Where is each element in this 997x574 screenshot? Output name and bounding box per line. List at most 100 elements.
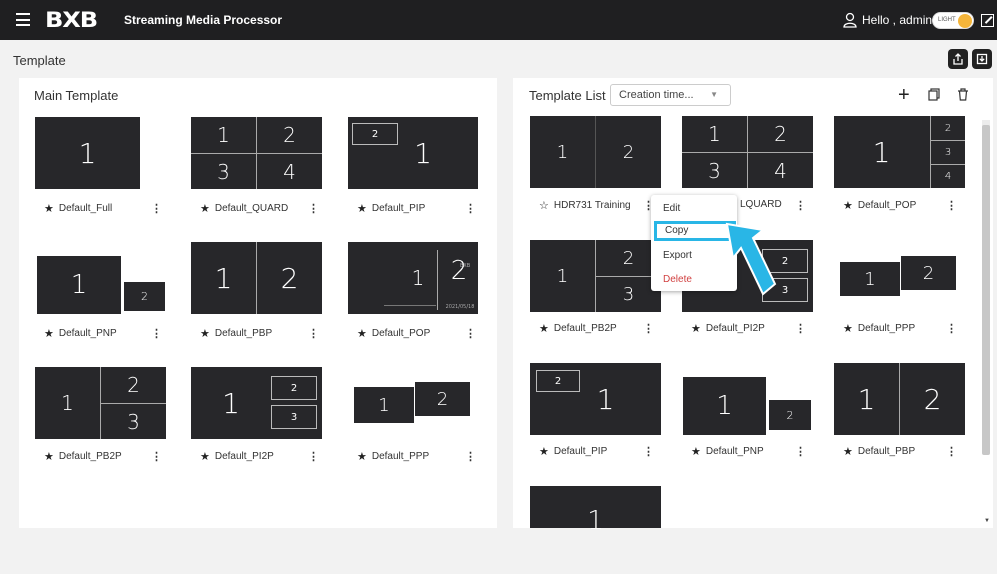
thumb-pb2p[interactable]: 1 2 3 <box>35 367 166 439</box>
kebab-icon[interactable]: ⋮ <box>795 199 806 212</box>
star-icon[interactable]: ★ <box>200 450 210 463</box>
kebab-icon[interactable]: ⋮ <box>308 450 319 463</box>
kebab-icon[interactable]: ⋮ <box>308 202 319 215</box>
menu-item-delete[interactable]: Delete <box>663 274 692 285</box>
copy-icon[interactable] <box>928 88 940 101</box>
kebab-icon[interactable]: ⋮ <box>643 199 654 212</box>
brand-logo: BXB <box>45 8 98 32</box>
star-icon[interactable]: ★ <box>44 450 54 463</box>
kebab-icon[interactable]: ⋮ <box>465 450 476 463</box>
thumb-pop[interactable]: 1 2 BXB 2021/05/18 <box>348 242 478 314</box>
kebab-icon[interactable]: ⋮ <box>946 322 957 335</box>
theme-toggle[interactable]: LIGHT <box>932 12 974 29</box>
list-thumb-ppp[interactable]: 1 2 <box>834 240 965 312</box>
kebab-icon[interactable]: ⋮ <box>643 445 654 458</box>
star-icon[interactable]: ★ <box>357 202 367 215</box>
thumb-quard[interactable]: 1 2 3 4 <box>191 117 322 189</box>
thumb-pi2p[interactable]: 1 2 3 <box>191 367 322 439</box>
page-title: Template <box>13 53 66 68</box>
thumb-pbp[interactable]: 1 2 <box>191 242 322 314</box>
card-name: Default_PNP <box>58 328 117 339</box>
import-button[interactable] <box>972 49 992 69</box>
kebab-icon[interactable]: ⋮ <box>795 322 806 335</box>
sort-select[interactable]: Creation time... ▼ <box>610 84 731 106</box>
thumb-ppp[interactable]: 1 2 <box>348 367 478 439</box>
pop-brand: BXB <box>460 263 470 269</box>
fullscreen-icon[interactable] <box>981 14 994 27</box>
download-icon <box>976 53 988 65</box>
app-title: Streaming Media Processor <box>124 13 283 27</box>
card-name: HDR731 Training <box>553 200 631 211</box>
star-icon[interactable]: ★ <box>691 445 701 458</box>
kebab-icon[interactable]: ⋮ <box>465 327 476 340</box>
upload-icon <box>953 53 963 65</box>
list-thumb-pb2p[interactable]: 1 2 3 <box>530 240 661 312</box>
thumb-pnp[interactable]: 1 2 <box>35 242 165 314</box>
star-icon[interactable]: ★ <box>843 199 853 212</box>
card-default-ppp: ★ Default_PPP <box>357 450 429 463</box>
card-default-pbp: ★ Default_PBP <box>200 327 272 340</box>
template-list-title: Template List <box>529 88 606 103</box>
star-icon[interactable]: ★ <box>539 322 549 335</box>
star-icon[interactable]: ★ <box>44 327 54 340</box>
card-name: Default_PBP <box>857 446 916 457</box>
user-icon[interactable] <box>843 12 857 28</box>
card-default-pop: ★ Default_POP <box>357 327 430 340</box>
kebab-icon[interactable]: ⋮ <box>151 450 162 463</box>
kebab-icon[interactable]: ⋮ <box>308 327 319 340</box>
kebab-icon[interactable]: ⋮ <box>643 322 654 335</box>
list-thumb-pip[interactable]: 1 2 <box>530 363 661 435</box>
kebab-icon[interactable]: ⋮ <box>946 199 957 212</box>
list-thumb-pop[interactable]: 1 2 3 4 <box>834 116 965 188</box>
star-icon[interactable]: ★ <box>691 322 701 335</box>
plus-icon[interactable]: + <box>898 85 910 105</box>
menu-item-edit[interactable]: Edit <box>663 203 680 214</box>
star-icon[interactable]: ★ <box>843 445 853 458</box>
star-icon[interactable]: ★ <box>539 445 549 458</box>
kebab-icon[interactable]: ⋮ <box>946 445 957 458</box>
thumb-full[interactable]: 1 <box>35 117 140 189</box>
list-thumb-pnp[interactable]: 1 2 <box>682 363 813 435</box>
card-name: Default_PPP <box>857 323 916 334</box>
star-icon[interactable]: ★ <box>44 202 54 215</box>
top-bar: BXB Streaming Media Processor Hello , ad… <box>0 0 997 40</box>
pointer-arrow-icon <box>725 222 777 296</box>
list-thumb-quard[interactable]: 1 2 3 4 <box>682 116 813 188</box>
scroll-down-icon[interactable]: ▼ <box>984 518 990 524</box>
card-name: Default_PI2P <box>214 451 274 462</box>
card-default-pnp: ★ Default_PNP <box>44 327 117 340</box>
menu-item-copy[interactable]: Copy <box>654 221 736 241</box>
card-name: Default_PB2P <box>553 323 617 334</box>
scroll-thumb[interactable] <box>982 125 990 455</box>
export-button[interactable] <box>948 49 968 69</box>
user-greeting[interactable]: Hello , admin <box>862 13 932 27</box>
card-default-pip: ★ Default_PIP <box>357 202 425 215</box>
kebab-icon[interactable]: ⋮ <box>151 202 162 215</box>
star-outline-icon[interactable]: ☆ <box>539 199 549 212</box>
hamburger-icon[interactable] <box>16 13 30 26</box>
card-list-default-pop: ★ Default_POP <box>843 199 916 212</box>
star-icon[interactable]: ★ <box>200 202 210 215</box>
chevron-down-icon: ▼ <box>710 90 718 99</box>
card-name: Default_PBP <box>214 328 273 339</box>
thumb-pip[interactable]: 1 2 <box>348 117 478 189</box>
list-thumb-pbp-2[interactable]: 1 2 <box>834 363 965 435</box>
list-thumb-pbp[interactable]: 1 2 <box>530 116 661 188</box>
star-icon[interactable]: ★ <box>200 327 210 340</box>
kebab-icon[interactable]: ⋮ <box>151 327 162 340</box>
card-list-default-pi2p: ★ Default_PI2P <box>691 322 765 335</box>
card-name: Default_POP <box>857 200 917 211</box>
star-icon[interactable]: ★ <box>843 322 853 335</box>
card-name: Default_PB2P <box>58 451 122 462</box>
list-thumb-full[interactable]: 1 <box>530 486 661 536</box>
pop-date: 2021/05/18 <box>445 304 475 310</box>
card-default-full: ★ Default_Full <box>44 202 112 215</box>
card-name: Default_PIP <box>371 203 426 214</box>
kebab-icon[interactable]: ⋮ <box>795 445 806 458</box>
card-default-pb2p: ★ Default_PB2P <box>44 450 122 463</box>
star-icon[interactable]: ★ <box>357 327 367 340</box>
trash-icon[interactable] <box>957 88 969 101</box>
star-icon[interactable]: ★ <box>357 450 367 463</box>
menu-item-export[interactable]: Export <box>663 250 692 261</box>
kebab-icon[interactable]: ⋮ <box>465 202 476 215</box>
